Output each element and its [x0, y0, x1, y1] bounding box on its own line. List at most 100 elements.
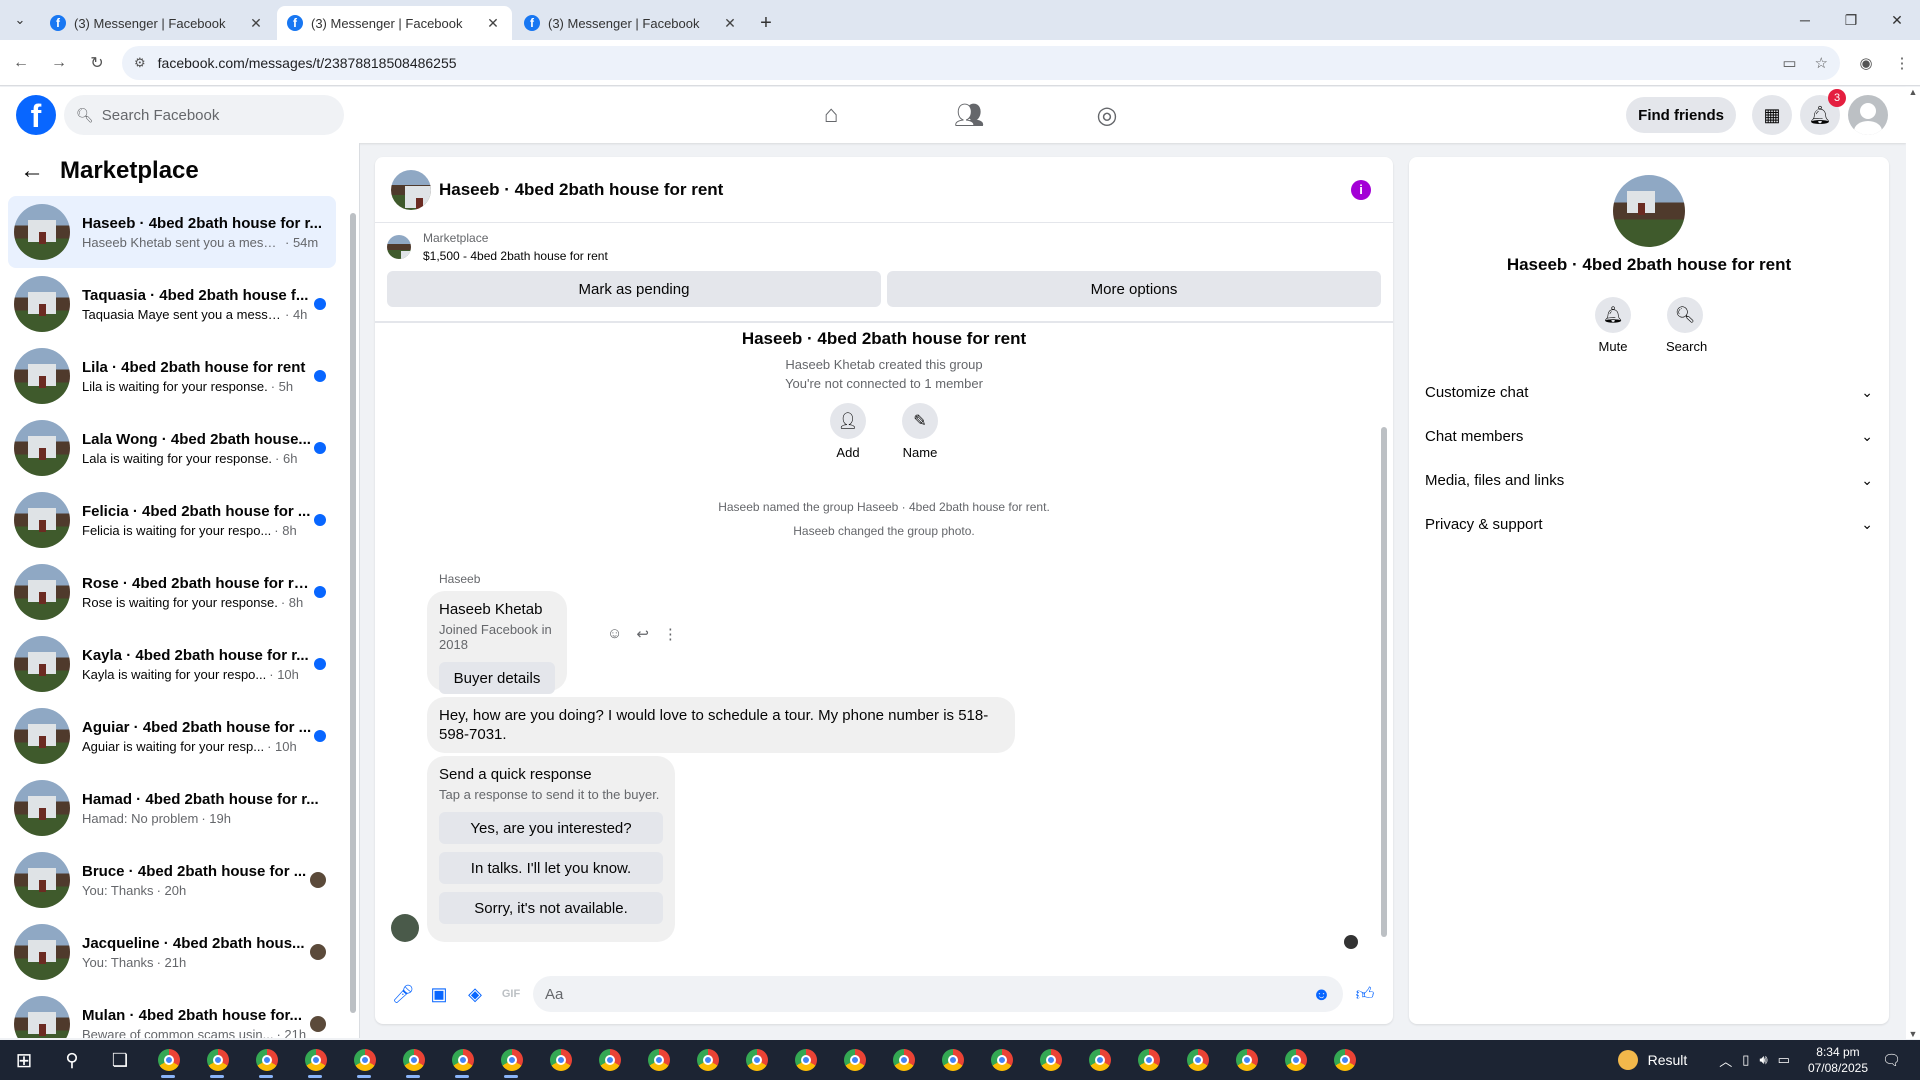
- group-avatar[interactable]: [391, 169, 431, 210]
- chrome-taskbar-icon[interactable]: [1026, 1040, 1075, 1080]
- chrome-taskbar-icon[interactable]: [781, 1040, 830, 1080]
- chrome-taskbar-icon[interactable]: [1320, 1040, 1369, 1080]
- volume-icon[interactable]: 🔊︎: [1759, 1052, 1767, 1068]
- notification-center-icon[interactable]: 🗨︎: [1882, 1051, 1912, 1069]
- profile-icon[interactable]: ◉: [1848, 54, 1884, 72]
- message-input[interactable]: Aa ☻: [533, 976, 1343, 1012]
- device-icon[interactable]: ▯: [1742, 1052, 1749, 1068]
- tab-close-icon[interactable]: ✕: [484, 15, 502, 32]
- chrome-taskbar-icon[interactable]: [928, 1040, 977, 1080]
- chrome-taskbar-icon[interactable]: [193, 1040, 242, 1080]
- reload-icon[interactable]: ↻: [80, 46, 114, 80]
- conversation-item[interactable]: Mulan · 4bed 2bath house for... Beware of…: [8, 988, 336, 1038]
- scroll-up-icon[interactable]: ▲: [1906, 87, 1920, 97]
- network-icon[interactable]: ▭: [1778, 1052, 1790, 1068]
- add-member-button[interactable]: 👤︎ Add: [829, 403, 867, 460]
- chrome-taskbar-icon[interactable]: [1075, 1040, 1124, 1080]
- groups-icon[interactable]: ◎: [1038, 87, 1176, 143]
- menu-grid-icon[interactable]: ▦: [1752, 95, 1792, 135]
- photo-attach-icon[interactable]: ▣: [421, 976, 457, 1012]
- chrome-taskbar-icon[interactable]: [1124, 1040, 1173, 1080]
- conversation-item[interactable]: Rose · 4bed 2bath house for re... Rose is…: [8, 556, 336, 628]
- sender-avatar[interactable]: [391, 914, 419, 942]
- chrome-taskbar-icon[interactable]: [1222, 1040, 1271, 1080]
- task-view-icon[interactable]: ❏: [96, 1040, 144, 1080]
- react-emoji-icon[interactable]: ☺: [607, 625, 622, 643]
- privacy-support-section[interactable]: Privacy & support ⌄: [1409, 502, 1889, 546]
- conversation-item[interactable]: Lila · 4bed 2bath house for rent Lila is …: [8, 340, 336, 412]
- facebook-search-input[interactable]: 🔍︎ Search Facebook: [64, 95, 344, 135]
- chrome-taskbar-icon[interactable]: [144, 1040, 193, 1080]
- browser-tab-3[interactable]: f (3) Messenger | Facebook ✕: [514, 6, 749, 40]
- chrome-taskbar-icon[interactable]: [242, 1040, 291, 1080]
- search-icon[interactable]: ⚲: [48, 1040, 96, 1080]
- chrome-taskbar-icon[interactable]: [879, 1040, 928, 1080]
- browser-tab-1[interactable]: f (3) Messenger | Facebook ✕: [40, 6, 275, 40]
- listing-thumbnail[interactable]: [387, 235, 411, 259]
- info-icon[interactable]: i: [1351, 179, 1371, 200]
- tray-chevron-icon[interactable]: ︿: [1719, 1051, 1732, 1070]
- chat-members-section[interactable]: Chat members ⌄: [1409, 414, 1889, 458]
- chrome-taskbar-icon[interactable]: [585, 1040, 634, 1080]
- chrome-taskbar-icon[interactable]: [536, 1040, 585, 1080]
- chrome-taskbar-icon[interactable]: [389, 1040, 438, 1080]
- conversation-item[interactable]: Hamad · 4bed 2bath house for r... Hamad: …: [8, 772, 336, 844]
- forward-arrow-icon[interactable]: →: [42, 46, 76, 80]
- site-settings-icon[interactable]: ⚙: [134, 55, 146, 71]
- scroll-down-icon[interactable]: ▼: [1906, 1029, 1920, 1039]
- emoji-icon[interactable]: ☻: [1312, 984, 1331, 1005]
- conversation-item[interactable]: Taquasia · 4bed 2bath house f... Taquasia…: [8, 268, 336, 340]
- minimize-icon[interactable]: ─: [1782, 0, 1828, 40]
- bookmark-star-icon[interactable]: ☆: [1815, 54, 1828, 72]
- weather-widget[interactable]: Result: [1617, 1050, 1687, 1070]
- more-icon[interactable]: ⋮: [663, 625, 678, 643]
- conversation-item[interactable]: Felicia · 4bed 2bath house for ... Felici…: [8, 484, 336, 556]
- tab-close-icon[interactable]: ✕: [721, 15, 739, 32]
- media-files-links-section[interactable]: Media, files and links ⌄: [1409, 458, 1889, 502]
- back-arrow-icon[interactable]: ←: [4, 46, 38, 80]
- install-app-icon[interactable]: ▭: [1782, 54, 1796, 72]
- group-avatar-large[interactable]: [1613, 175, 1685, 247]
- quick-response-button[interactable]: In talks. I'll let you know.: [439, 852, 663, 884]
- browser-tab-2[interactable]: f (3) Messenger | Facebook ✕: [277, 6, 512, 40]
- back-arrow-icon[interactable]: ←: [20, 157, 44, 185]
- chrome-taskbar-icon[interactable]: [438, 1040, 487, 1080]
- chrome-taskbar-icon[interactable]: [732, 1040, 781, 1080]
- windows-start-icon[interactable]: ⊞: [0, 1040, 48, 1080]
- chrome-taskbar-icon[interactable]: [830, 1040, 879, 1080]
- tab-close-icon[interactable]: ✕: [247, 15, 265, 32]
- chrome-taskbar-icon[interactable]: [977, 1040, 1026, 1080]
- browser-menu-icon[interactable]: ⋮: [1884, 54, 1920, 72]
- facebook-logo-icon[interactable]: f: [16, 95, 56, 135]
- url-omnibox[interactable]: ⚙ facebook.com/messages/t/23878818508486…: [122, 45, 1840, 80]
- home-icon[interactable]: ⌂: [762, 87, 900, 143]
- window-close-icon[interactable]: ✕: [1874, 0, 1920, 40]
- more-options-button[interactable]: More options: [887, 271, 1381, 307]
- conversation-item[interactable]: Jacqueline · 4bed 2bath hous... You: Than…: [8, 916, 336, 988]
- chrome-taskbar-icon[interactable]: [683, 1040, 732, 1080]
- buyer-name[interactable]: Haseeb Khetab: [439, 601, 555, 618]
- reply-icon[interactable]: ↩: [636, 625, 649, 643]
- search-chat-button[interactable]: 🔍︎ Search: [1666, 297, 1707, 354]
- sidebar-scrollbar[interactable]: [349, 193, 357, 1033]
- tab-search-chevron-icon[interactable]: ⌄: [0, 0, 40, 40]
- quick-response-button[interactable]: Yes, are you interested?: [439, 812, 663, 844]
- listing-title[interactable]: $1,500 - 4bed 2bath house for rent: [423, 249, 608, 263]
- chrome-taskbar-icon[interactable]: [291, 1040, 340, 1080]
- conversation-item[interactable]: Bruce · 4bed 2bath house for ... You: Tha…: [8, 844, 336, 916]
- account-avatar[interactable]: [1848, 95, 1888, 135]
- chat-title[interactable]: Haseeb · 4bed 2bath house for rent: [439, 180, 723, 200]
- chrome-taskbar-icon[interactable]: [1173, 1040, 1222, 1080]
- new-tab-button[interactable]: +: [751, 6, 781, 40]
- conversation-item[interactable]: Lala Wong · 4bed 2bath house... Lala is w…: [8, 412, 336, 484]
- quick-response-button[interactable]: Sorry, it's not available.: [439, 892, 663, 924]
- chrome-taskbar-icon[interactable]: [340, 1040, 389, 1080]
- sticker-icon[interactable]: ◈: [457, 976, 493, 1012]
- buyer-details-button[interactable]: Buyer details: [439, 662, 555, 694]
- gif-icon[interactable]: GIF: [493, 976, 529, 1012]
- chrome-taskbar-icon[interactable]: [634, 1040, 683, 1080]
- restore-icon[interactable]: ❐: [1828, 0, 1874, 40]
- friends-icon[interactable]: 👥︎: [900, 87, 1038, 143]
- taskbar-clock[interactable]: 8:34 pm 07/08/2025: [1808, 1044, 1868, 1076]
- chrome-taskbar-icon[interactable]: [487, 1040, 536, 1080]
